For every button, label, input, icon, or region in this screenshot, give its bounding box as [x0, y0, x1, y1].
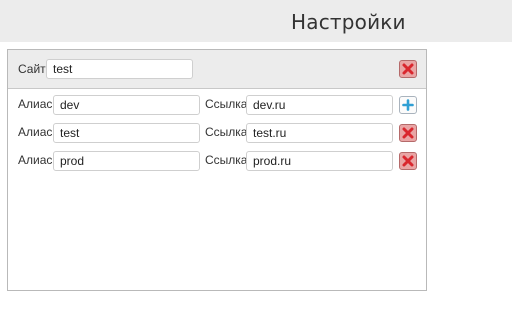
alias-label: Алиас	[18, 97, 53, 111]
alias-input[interactable]	[53, 123, 200, 143]
add-row-button[interactable]	[399, 96, 417, 114]
delete-icon	[402, 155, 414, 167]
alias-input[interactable]	[53, 151, 200, 171]
delete-site-button[interactable]	[399, 60, 417, 78]
link-label: Ссылка	[205, 97, 248, 111]
delete-row-button[interactable]	[399, 124, 417, 142]
add-icon	[402, 99, 414, 111]
alias-input[interactable]	[53, 95, 200, 115]
link-label: Ссылка	[205, 153, 248, 167]
page-title: Настройки	[291, 10, 406, 34]
link-input[interactable]	[246, 151, 393, 171]
delete-row-button[interactable]	[399, 152, 417, 170]
alias-label: Алиас	[18, 153, 53, 167]
link-input[interactable]	[246, 95, 393, 115]
site-header: Сайт	[8, 50, 426, 89]
top-bar: Настройки	[0, 0, 512, 42]
alias-label: Алиас	[18, 125, 53, 139]
site-label: Сайт	[18, 62, 46, 76]
delete-icon	[402, 63, 414, 75]
site-name-input[interactable]	[46, 59, 193, 79]
link-label: Ссылка	[205, 125, 248, 139]
delete-icon	[402, 127, 414, 139]
link-input[interactable]	[246, 123, 393, 143]
site-settings-panel: Сайт Алиас Ссылка Алиас Ссылка Алиас Ссы…	[7, 49, 427, 291]
